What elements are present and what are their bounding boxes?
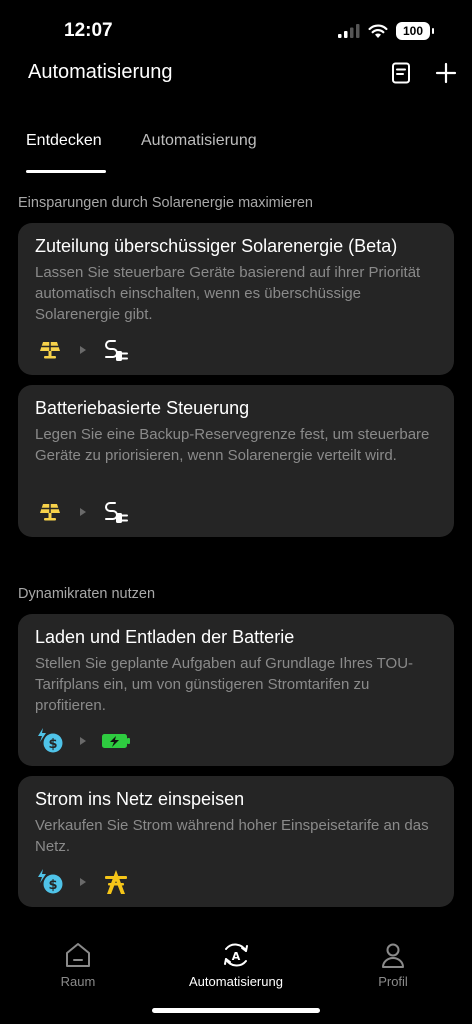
card-description: Verkaufen Sie Strom während hoher Einspe…	[35, 817, 429, 855]
status-icons: 100	[338, 22, 434, 40]
nav-label: Automatisierung	[189, 974, 283, 989]
flow-arrow-icon	[65, 727, 101, 755]
battery-charging-icon	[101, 727, 131, 755]
status-time: 12:07	[64, 20, 113, 41]
card-title: Zuteilung überschüssiger Solarenergie (B…	[35, 236, 398, 256]
card-description: Lassen Sie steuerbare Geräte basierend a…	[35, 264, 421, 323]
card-description: Stellen Sie geplante Aufgaben auf Grundl…	[35, 655, 414, 714]
tab-bar: Entdecken Automatisierung	[0, 126, 472, 176]
svg-text:$: $	[48, 878, 57, 893]
app-header: Automatisierung	[0, 58, 472, 92]
card-grid-feed-in[interactable]: Strom ins Netz einspeisen Verkaufen Sie …	[18, 776, 454, 907]
solar-panel-icon	[35, 498, 65, 526]
plus-icon	[435, 62, 457, 84]
card-flow: $	[35, 727, 131, 755]
automation-icon: A	[224, 943, 248, 967]
nav-item-raum[interactable]: Raum	[3, 940, 153, 989]
battery-level: 100	[402, 24, 424, 38]
nav-label: Profil	[378, 974, 408, 989]
nav-item-profil[interactable]: Profil	[318, 940, 468, 989]
profile-icon	[382, 943, 404, 968]
nav-label: Raum	[60, 974, 96, 989]
power-grid-icon	[101, 868, 131, 896]
card-flow: $	[35, 868, 131, 896]
card-title: Strom ins Netz einspeisen	[35, 789, 245, 809]
status-bar: 12:07 100	[0, 0, 472, 60]
card-flow	[35, 336, 131, 364]
card-battery-control[interactable]: Batteriebasierte Steuerung Legen Sie ein…	[18, 385, 454, 537]
section-title-dynamic: Dynamikraten nutzen	[18, 586, 156, 602]
flow-arrow-icon	[65, 336, 101, 364]
card-title: Batteriebasierte Steuerung	[35, 398, 250, 418]
document-icon	[392, 62, 410, 84]
plug-icon	[101, 498, 131, 526]
svg-text:A: A	[232, 950, 241, 963]
card-description: Legen Sie eine Backup-Reservegrenze fest…	[35, 426, 430, 464]
card-title: Laden und Entladen der Batterie	[35, 627, 295, 647]
home-indicator	[152, 1008, 320, 1013]
energy-price-icon: $	[35, 727, 65, 755]
wifi-icon	[368, 24, 388, 38]
add-button[interactable]	[431, 58, 461, 88]
plug-icon	[101, 336, 131, 364]
card-solar-surplus[interactable]: Zuteilung überschüssiger Solarenergie (B…	[18, 223, 454, 375]
energy-price-icon: $	[35, 868, 65, 896]
flow-arrow-icon	[65, 868, 101, 896]
nav-item-automatisierung[interactable]: A Automatisierung	[161, 940, 311, 989]
active-tab-indicator	[26, 170, 106, 173]
card-battery-charge-discharge[interactable]: Laden und Entladen der Batterie Stellen …	[18, 614, 454, 766]
battery-indicator: 100	[396, 22, 434, 40]
tab-entdecken[interactable]: Entdecken	[26, 132, 102, 150]
svg-text:$: $	[48, 737, 57, 752]
card-flow	[35, 498, 131, 526]
tab-automatisierung[interactable]: Automatisierung	[141, 132, 257, 150]
page-title: Automatisierung	[28, 61, 173, 83]
solar-panel-icon	[35, 336, 65, 364]
cellular-signal-icon	[338, 24, 360, 38]
section-title-solar: Einsparungen durch Solarenergie maximier…	[18, 195, 313, 211]
document-button[interactable]	[386, 58, 416, 88]
home-icon	[66, 943, 90, 967]
flow-arrow-icon	[65, 498, 101, 526]
